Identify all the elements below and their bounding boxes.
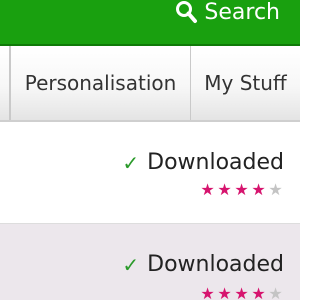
star-filled-icon: ★	[251, 180, 266, 199]
top-bar: Search	[0, 0, 300, 46]
tab-previous[interactable]	[0, 46, 10, 120]
search-button[interactable]: Search	[174, 0, 280, 25]
search-icon	[174, 0, 198, 24]
check-icon: ✓	[122, 150, 140, 175]
star-filled-icon: ★	[234, 180, 249, 199]
status-label: Downloaded	[147, 150, 284, 175]
list-item[interactable]: ✓ Downloaded ★ ★ ★ ★ ★	[0, 224, 300, 302]
tab-personalisation[interactable]: Personalisation	[10, 46, 190, 120]
tab-personalisation-label: Personalisation	[24, 71, 177, 95]
check-icon: ✓	[122, 252, 140, 277]
list-item[interactable]: ✓ Downloaded ★ ★ ★ ★ ★	[0, 122, 300, 224]
download-status: ✓ Downloaded	[122, 252, 284, 277]
status-label: Downloaded	[147, 252, 284, 277]
star-empty-icon: ★	[268, 180, 283, 199]
star-filled-icon: ★	[217, 180, 232, 199]
star-rating: ★ ★ ★ ★ ★	[199, 182, 284, 198]
search-label: Search	[204, 0, 280, 25]
star-filled-icon: ★	[200, 180, 215, 199]
tab-my-stuff[interactable]: My Stuff	[190, 46, 300, 120]
tab-bar: Personalisation My Stuff	[0, 46, 300, 122]
download-status: ✓ Downloaded	[122, 150, 284, 175]
tab-my-stuff-label: My Stuff	[204, 71, 287, 95]
